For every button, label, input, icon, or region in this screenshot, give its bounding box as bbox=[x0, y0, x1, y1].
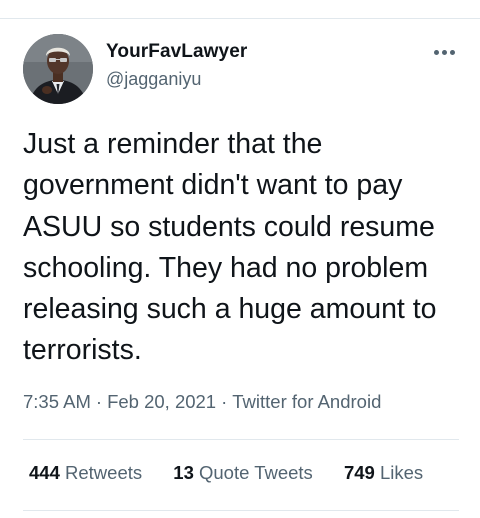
retweets-label: Retweets bbox=[65, 462, 143, 483]
quote-tweets-count: 13 bbox=[173, 462, 194, 483]
retweets-count: 444 bbox=[29, 462, 60, 483]
divider bbox=[23, 510, 459, 511]
author-name[interactable]: YourFavLawyer bbox=[106, 41, 247, 63]
tweet-date[interactable]: Feb 20, 2021 bbox=[107, 391, 216, 412]
meta-separator: · bbox=[221, 391, 228, 412]
avatar-photo bbox=[23, 34, 93, 104]
tweet-time[interactable]: 7:35 AM bbox=[23, 391, 91, 412]
avatar[interactable] bbox=[23, 34, 93, 104]
engagement-stats: 444 Retweets 13 Quote Tweets 749 Likes bbox=[29, 462, 423, 484]
likes-stat[interactable]: 749 Likes bbox=[344, 462, 423, 484]
quote-tweets-label: Quote Tweets bbox=[199, 462, 313, 483]
likes-label: Likes bbox=[379, 462, 424, 483]
top-divider bbox=[0, 18, 480, 19]
tweet-text: Just a reminder that the government didn… bbox=[23, 128, 437, 367]
tweet-source[interactable]: Twitter for Android bbox=[232, 391, 381, 412]
more-dot bbox=[433, 49, 439, 55]
meta-separator: · bbox=[95, 391, 103, 412]
retweets-stat[interactable]: 444 Retweets bbox=[29, 462, 142, 484]
divider bbox=[23, 439, 459, 440]
quote-tweets-stat[interactable]: 13 Quote Tweets bbox=[173, 462, 313, 484]
author-handle[interactable]: @jagganiyu bbox=[106, 69, 201, 90]
more-dot bbox=[449, 49, 455, 55]
more-options-icon[interactable] bbox=[430, 40, 458, 64]
tweet-meta: 7:35 AM · Feb 20, 2021 · Twitter for Android bbox=[23, 391, 381, 413]
likes-count: 749 bbox=[343, 462, 375, 483]
more-dot bbox=[441, 49, 447, 55]
